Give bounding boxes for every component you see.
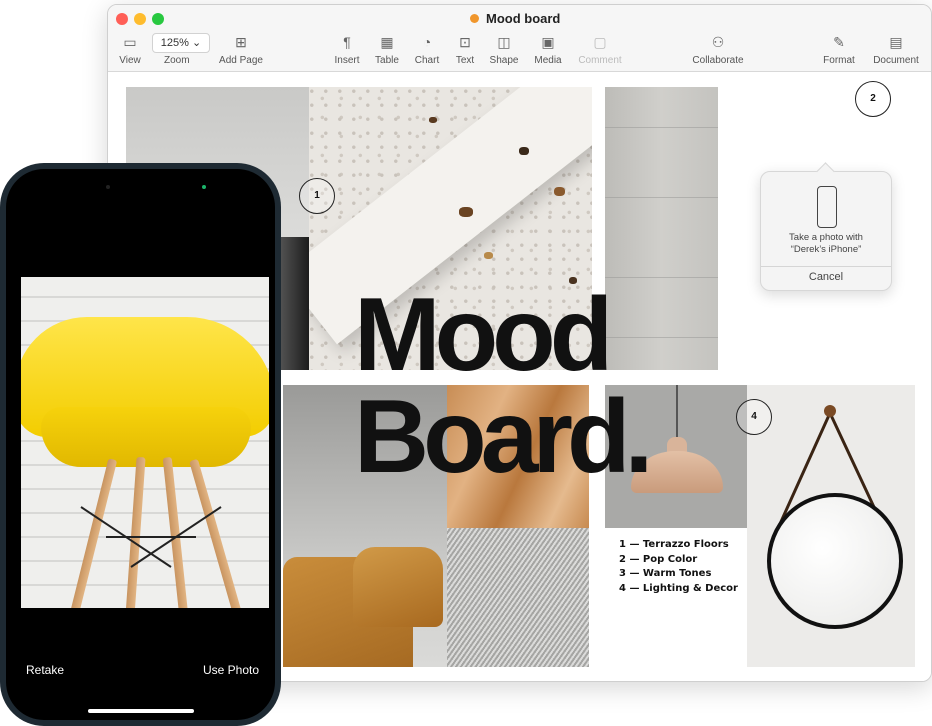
cancel-button[interactable]: Cancel — [761, 271, 891, 283]
table-icon: ▦ — [380, 34, 394, 50]
heading-board[interactable]: Board. — [354, 385, 653, 489]
popover-line-1: Take a photo with — [789, 232, 863, 243]
document-icon — [470, 14, 479, 23]
window-title: Mood board — [486, 11, 561, 26]
zoom-select[interactable]: 125% ⌄ — [152, 33, 210, 53]
iphone-frame: Retake Use Photo — [0, 163, 281, 726]
shape-icon: ◫ — [497, 34, 511, 50]
collaborate-button[interactable]: ⚇ Collaborate — [688, 33, 748, 66]
callout-1: 1 — [299, 178, 335, 214]
minimize-button[interactable] — [134, 13, 146, 25]
comment-label: Comment — [578, 55, 622, 66]
close-button[interactable] — [116, 13, 128, 25]
retake-button[interactable]: Retake — [26, 663, 64, 677]
insert-label: Insert — [334, 55, 360, 66]
popover-line-2: “Derek’s iPhone” — [790, 244, 862, 255]
insert-button[interactable]: ¶ Insert — [332, 33, 362, 66]
chart-icon: ◔ — [422, 34, 432, 50]
add-page-icon: ⊞ — [235, 34, 247, 50]
document-button[interactable]: ▤ Document — [870, 33, 922, 66]
photo-icon: ▣ — [541, 34, 555, 50]
camera-sensor — [106, 185, 110, 189]
continuity-camera-popover: Take a photo with “Derek’s iPhone” Cance… — [760, 162, 892, 291]
concrete-photo[interactable] — [605, 87, 718, 370]
iphone-icon — [817, 186, 837, 228]
captured-photo — [21, 277, 269, 608]
comment-button[interactable]: ▢ Comment — [576, 33, 624, 66]
collaborate-label: Collaborate — [692, 55, 744, 66]
window-toolbar: Mood board ▭ View 125% ⌄ Zoom ⊞ Add Page… — [108, 5, 931, 72]
chart-button[interactable]: ◔ Chart — [412, 33, 442, 66]
table-label: Table — [375, 55, 399, 66]
home-indicator[interactable] — [88, 709, 194, 713]
legend-item: 3 — Warm Tones — [619, 568, 712, 579]
chair-wire-base — [80, 506, 222, 568]
paintbrush-icon: ✎ — [833, 34, 845, 50]
view-button[interactable]: ▭ View — [118, 33, 142, 66]
media-label: Media — [534, 55, 562, 66]
use-photo-button[interactable]: Use Photo — [203, 663, 259, 677]
zoom-label: Zoom — [164, 55, 190, 66]
text-box-icon: ⊡ — [459, 34, 471, 50]
legend-item: 1 — Terrazzo Floors — [619, 539, 729, 550]
chart-label: Chart — [414, 55, 440, 66]
table-button[interactable]: ▦ Table — [372, 33, 402, 66]
document-icon: ▤ — [889, 34, 903, 50]
divider — [761, 266, 891, 267]
camera-indicator — [202, 185, 206, 189]
fur-photo[interactable] — [447, 528, 589, 667]
legend-item: 2 — Pop Color — [619, 553, 698, 565]
legend-item: 4 — Lighting & Decor — [619, 582, 738, 594]
sidebar-icon: ▭ — [123, 34, 137, 50]
document-label: Document — [873, 55, 919, 66]
legend-box[interactable]: 1 — Terrazzo Floors 2 — Pop Color 3 — Wa… — [605, 528, 747, 667]
format-button[interactable]: ✎ Format — [820, 33, 858, 66]
add-page-label: Add Page — [219, 55, 263, 66]
fullscreen-button[interactable] — [152, 13, 164, 25]
format-label: Format — [823, 55, 855, 66]
shape-button[interactable]: ◫ Shape — [488, 33, 520, 66]
pilcrow-icon: ¶ — [343, 34, 351, 50]
mirror-photo[interactable] — [747, 385, 915, 667]
collaborate-icon: ⚇ — [711, 34, 725, 50]
callout-2: 2 — [855, 81, 891, 117]
media-button[interactable]: ▣ Media — [532, 33, 564, 66]
text-label: Text — [455, 55, 475, 66]
add-page-button[interactable]: ⊞ Add Page — [216, 33, 266, 66]
heading-mood[interactable]: Mood — [354, 283, 613, 387]
iphone-screen: Retake Use Photo — [6, 169, 275, 720]
comment-icon: ▢ — [593, 34, 607, 50]
popover-message: Take a photo with “Derek’s iPhone” — [761, 232, 891, 256]
view-label: View — [119, 55, 141, 66]
text-button[interactable]: ⊡ Text — [452, 33, 478, 66]
shape-label: Shape — [489, 55, 519, 66]
callout-4: 4 — [736, 399, 772, 435]
